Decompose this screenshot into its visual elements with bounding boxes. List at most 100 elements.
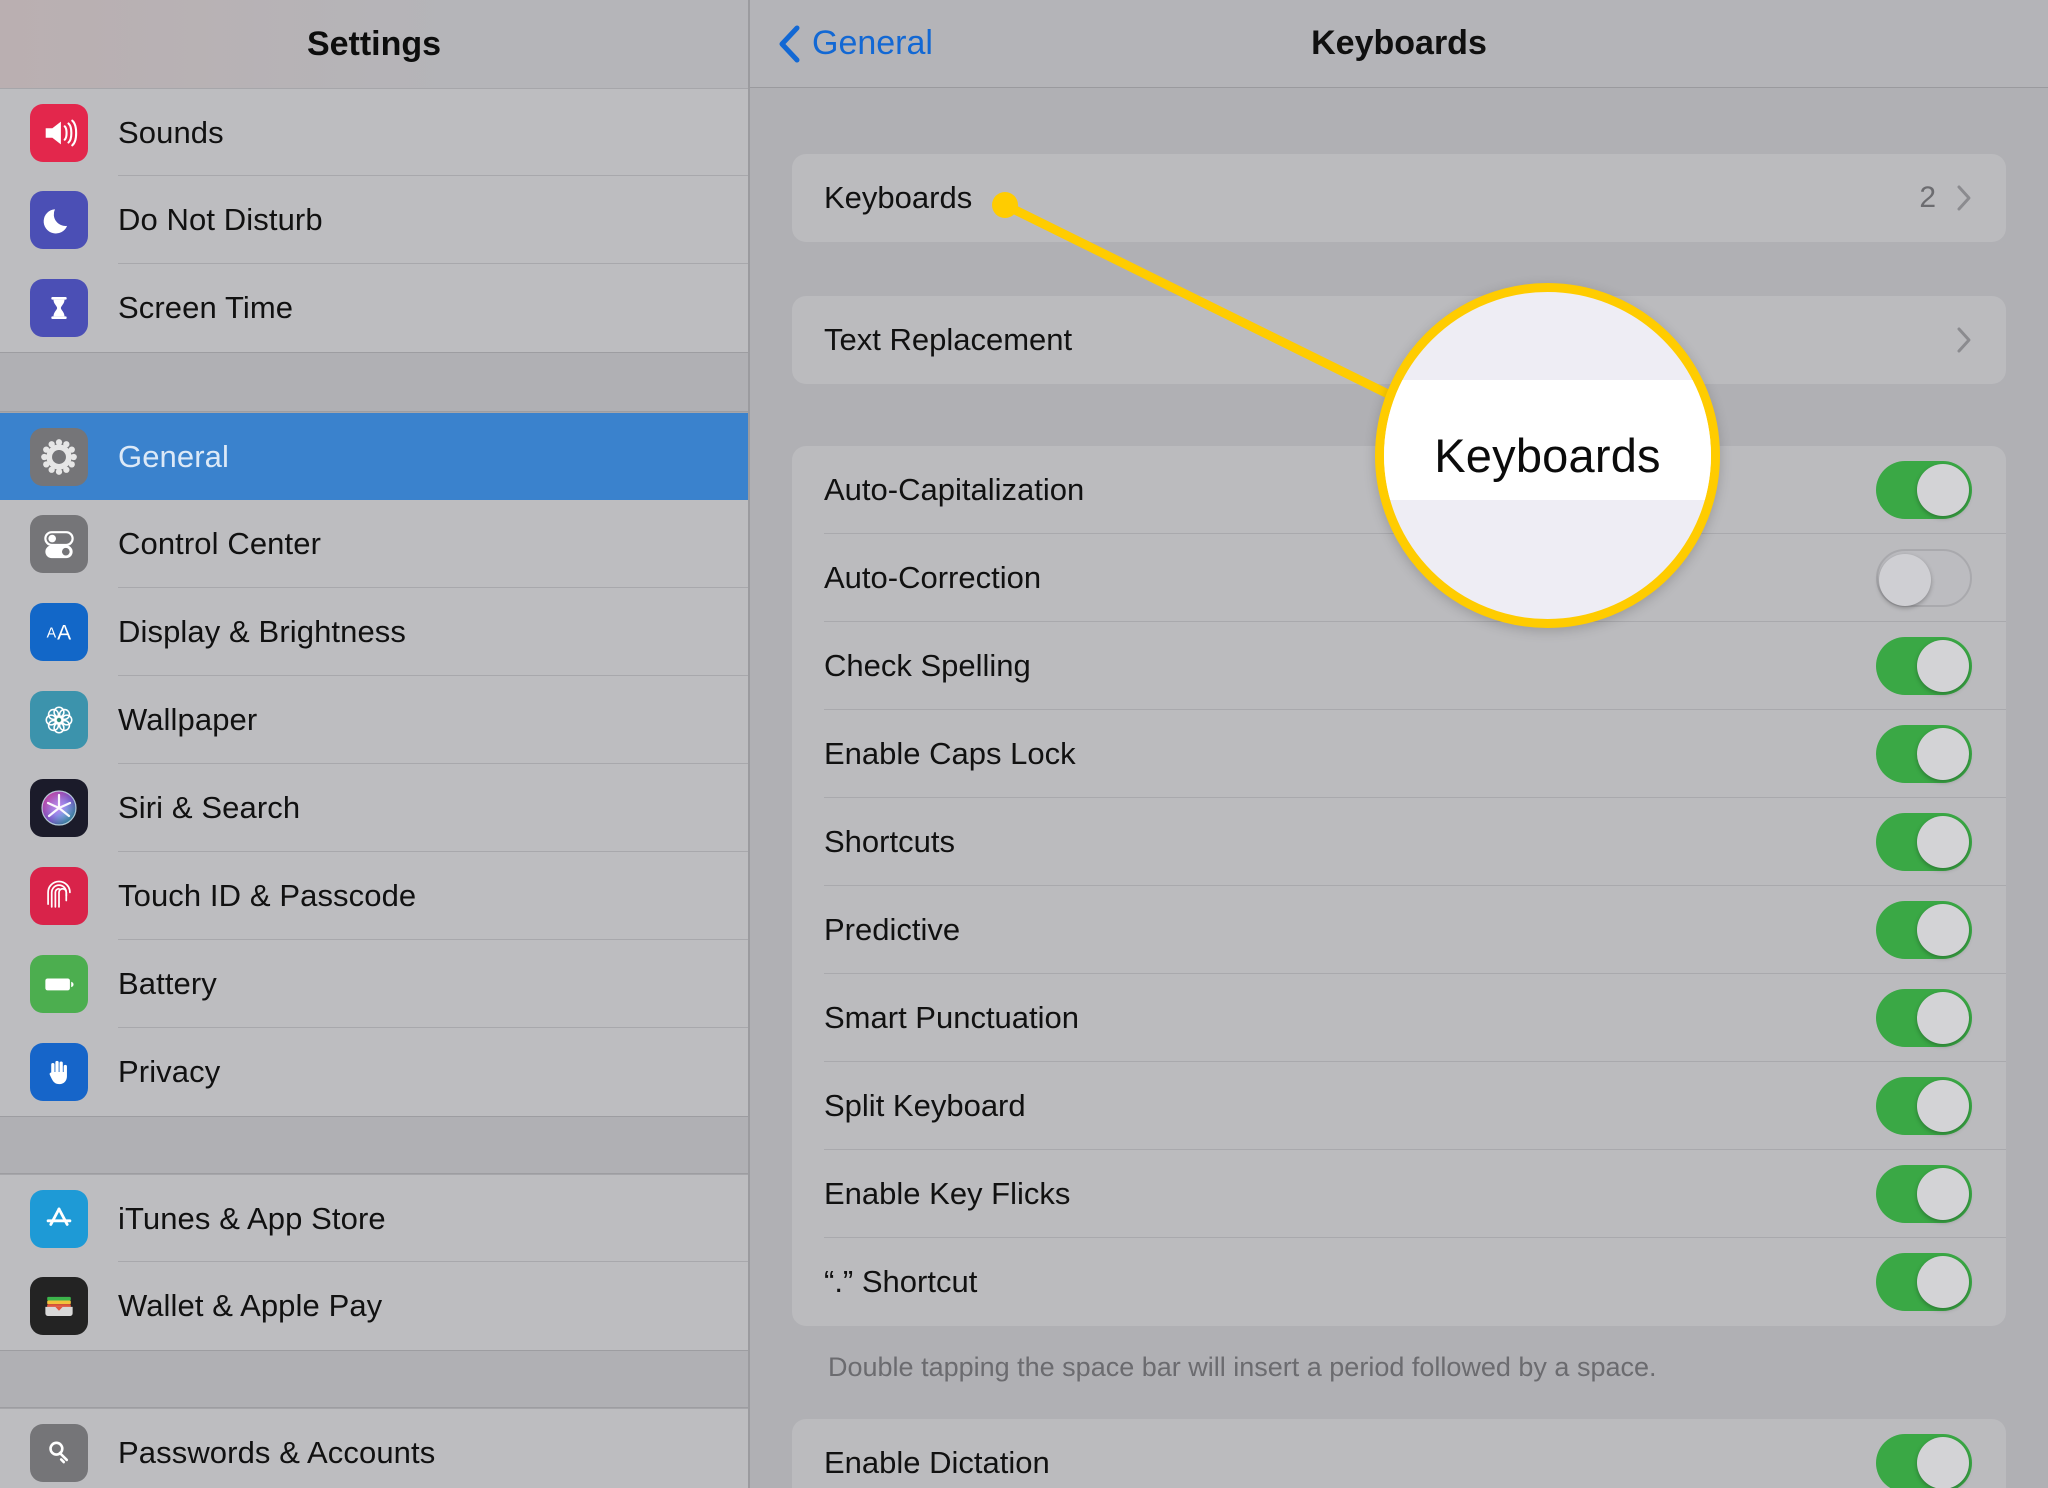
sidebar-item-wallpaper[interactable]: Wallpaper bbox=[0, 676, 748, 764]
row-accessory bbox=[1876, 1165, 1972, 1223]
magnifier-text: Keyboards bbox=[1434, 429, 1661, 482]
row-accessory bbox=[1876, 725, 1972, 783]
sidebar-item-sounds[interactable]: Sounds bbox=[0, 88, 748, 176]
sidebar-item-label: Screen Time bbox=[118, 290, 294, 325]
settings-row-enable-caps-lock: Enable Caps Lock bbox=[792, 710, 2006, 798]
settings-row-predictive: Predictive bbox=[792, 886, 2006, 974]
toggle-switch[interactable] bbox=[1876, 637, 1972, 695]
toggle-knob bbox=[1917, 1256, 1969, 1308]
toggle-knob bbox=[1917, 904, 1969, 956]
row-accessory bbox=[1876, 637, 1972, 695]
settings-row-split-keyboard: Split Keyboard bbox=[792, 1062, 2006, 1150]
toggle-knob bbox=[1879, 554, 1931, 606]
row-accessory bbox=[1876, 1253, 1972, 1311]
toggle-knob bbox=[1917, 728, 1969, 780]
sidebar-item-screen-time[interactable]: Screen Time bbox=[0, 264, 748, 352]
row-label: Keyboards bbox=[824, 180, 973, 215]
sidebar-item-itunes-app-store[interactable]: iTunes & App Store bbox=[0, 1174, 748, 1262]
row-label: Check Spelling bbox=[824, 648, 1031, 683]
toggle-knob bbox=[1917, 1080, 1969, 1132]
sidebar-header: Settings bbox=[0, 0, 748, 88]
app-store-icon bbox=[30, 1189, 88, 1248]
toggle-knob bbox=[1917, 1168, 1969, 1220]
settings-row-shortcut: “.” Shortcut bbox=[792, 1238, 2006, 1326]
detail-body: Keyboards 2 Text Replacement Auto-Capital… bbox=[750, 154, 2048, 1488]
shortcut-footnote: Double tapping the space bar will insert… bbox=[828, 1352, 1657, 1382]
sidebar-item-privacy[interactable]: Privacy bbox=[0, 1028, 748, 1116]
sidebar-item-label: Control Center bbox=[118, 526, 321, 561]
page-title: Settings bbox=[306, 24, 442, 63]
flower-icon bbox=[30, 691, 88, 749]
settings-sidebar: Settings Sounds Do Not Disturb Screen Ti… bbox=[0, 0, 750, 1488]
control-center-icon bbox=[30, 515, 88, 573]
row-accessory bbox=[1876, 1434, 1972, 1488]
settings-row-shortcuts: Shortcuts bbox=[792, 798, 2006, 886]
sidebar-item-wallet-apple-pay[interactable]: Wallet & Apple Pay bbox=[0, 1262, 748, 1350]
toggle-switch[interactable] bbox=[1876, 725, 1972, 783]
sidebar-item-label: Wallpaper bbox=[118, 702, 258, 737]
sidebar-list: Sounds Do Not Disturb Screen Time Genera… bbox=[0, 88, 748, 1488]
row-label: Enable Dictation bbox=[824, 1445, 1050, 1480]
siri-icon bbox=[30, 779, 88, 837]
toggle-switch[interactable] bbox=[1876, 1434, 1972, 1488]
row-label: Predictive bbox=[824, 912, 961, 947]
svg-text:A: A bbox=[57, 622, 71, 645]
callout-anchor-dot bbox=[992, 192, 1018, 218]
settings-row-keyboards[interactable]: Keyboards 2 bbox=[792, 154, 2006, 242]
toggle-knob bbox=[1917, 640, 1969, 692]
toggle-switch[interactable] bbox=[1876, 1253, 1972, 1311]
sidebar-item-display-brightness[interactable]: A A Display & Brightness bbox=[0, 588, 748, 676]
toggle-knob bbox=[1917, 816, 1969, 868]
sidebar-item-label: General bbox=[118, 438, 229, 474]
sidebar-item-label: iTunes & App Store bbox=[118, 1200, 386, 1236]
row-label: Auto-Correction bbox=[824, 560, 1042, 595]
fingerprint-icon bbox=[30, 867, 88, 925]
toggle-switch[interactable] bbox=[1876, 1165, 1972, 1223]
speaker-icon bbox=[30, 103, 88, 162]
settings-row-enable-key-flicks: Enable Key Flicks bbox=[792, 1150, 2006, 1238]
toggle-knob bbox=[1917, 1437, 1969, 1488]
sidebar-item-passwords-accounts[interactable]: Passwords & Accounts bbox=[0, 1408, 748, 1488]
sidebar-item-label: Sounds bbox=[118, 114, 224, 150]
sidebar-item-siri-search[interactable]: Siri & Search bbox=[0, 764, 748, 852]
row-accessory bbox=[1876, 813, 1972, 871]
toggle-switch[interactable] bbox=[1876, 1077, 1972, 1135]
row-accessory bbox=[1876, 461, 1972, 519]
sidebar-item-label: Privacy bbox=[118, 1054, 221, 1089]
chevron-right-icon bbox=[1957, 327, 1971, 353]
magnifier-callout: Keyboards bbox=[1375, 283, 1720, 628]
sidebar-item-label: Passwords & Accounts bbox=[118, 1434, 436, 1470]
settings-row-check-spelling: Check Spelling bbox=[792, 622, 2006, 710]
toggle-switch[interactable] bbox=[1876, 549, 1972, 607]
row-label: Enable Key Flicks bbox=[824, 1176, 1071, 1211]
toggle-switch[interactable] bbox=[1876, 901, 1972, 959]
toggle-switch[interactable] bbox=[1876, 989, 1972, 1047]
sidebar-item-label: Wallet & Apple Pay bbox=[118, 1288, 383, 1323]
sidebar-item-label: Battery bbox=[118, 966, 217, 1001]
row-label: Auto-Capitalization bbox=[824, 472, 1085, 507]
row-accessory bbox=[1956, 326, 1972, 354]
row-label: Text Replacement bbox=[824, 322, 1073, 357]
wallet-icon bbox=[30, 1277, 88, 1335]
keyboards-group: Keyboards 2 bbox=[792, 154, 2006, 242]
ipad-settings-screen: Settings Sounds Do Not Disturb Screen Ti… bbox=[0, 0, 2048, 1488]
settings-row-smart-punctuation: Smart Punctuation bbox=[792, 974, 2006, 1062]
sidebar-item-do-not-disturb[interactable]: Do Not Disturb bbox=[0, 176, 748, 264]
toggle-knob bbox=[1917, 464, 1969, 516]
sidebar-item-battery[interactable]: Battery bbox=[0, 940, 748, 1028]
sidebar-item-label: Siri & Search bbox=[118, 790, 301, 825]
sidebar-item-touch-id-passcode[interactable]: Touch ID & Passcode bbox=[0, 852, 748, 940]
settings-row-auto-correction: Auto-Correction bbox=[792, 534, 2006, 622]
text-size-icon: A A bbox=[30, 603, 88, 661]
detail-pane: General Keyboards Keyboards 2 Text Replac… bbox=[750, 0, 2048, 1488]
toggle-switch[interactable] bbox=[1876, 461, 1972, 519]
chevron-right-icon bbox=[1957, 185, 1971, 211]
toggle-switch[interactable] bbox=[1876, 813, 1972, 871]
row-label: Shortcuts bbox=[824, 824, 955, 859]
back-button[interactable]: General bbox=[778, 24, 933, 63]
sidebar-item-general[interactable]: General bbox=[0, 412, 748, 500]
sidebar-group-gap bbox=[0, 1116, 748, 1174]
row-label: Split Keyboard bbox=[824, 1088, 1026, 1123]
row-label: Smart Punctuation bbox=[824, 1000, 1080, 1035]
sidebar-item-control-center[interactable]: Control Center bbox=[0, 500, 748, 588]
